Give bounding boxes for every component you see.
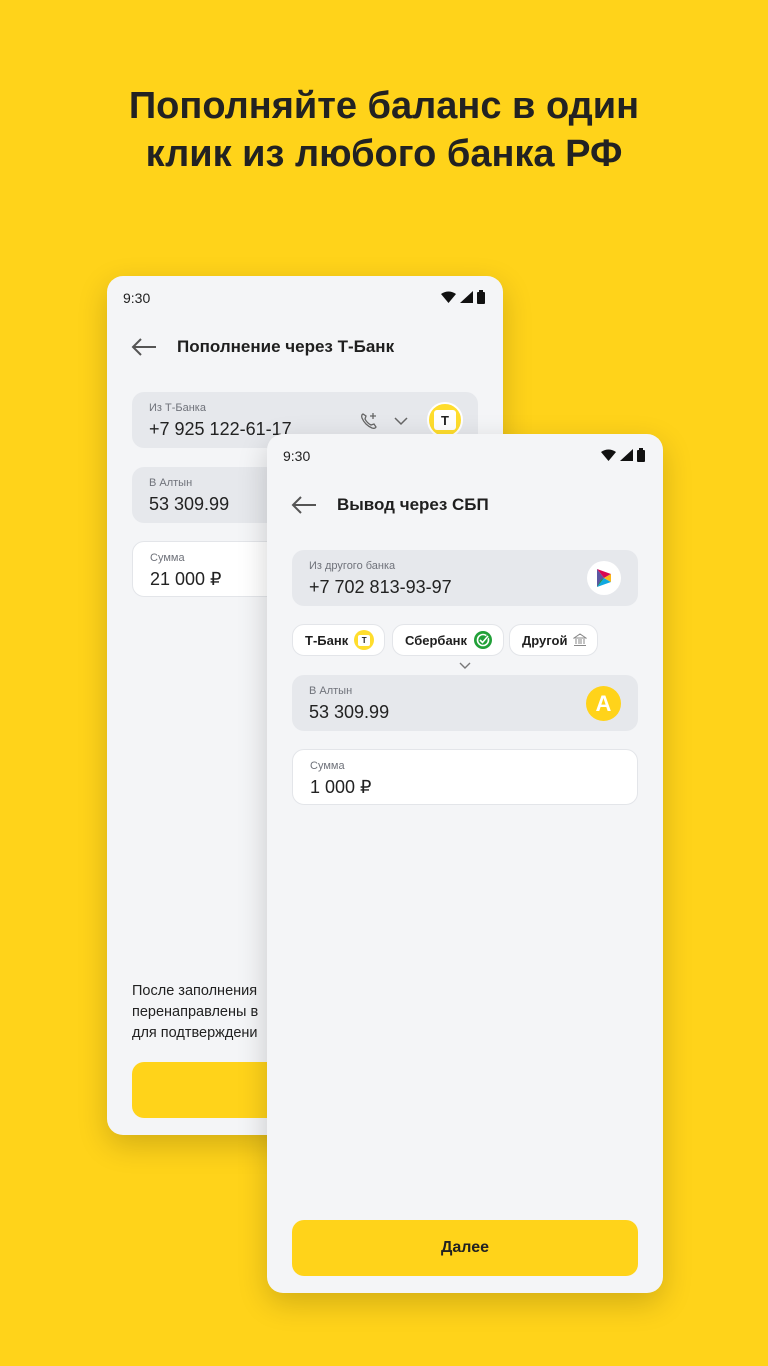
bank-building-icon xyxy=(573,633,588,646)
field-value: 1 000 ₽ xyxy=(310,777,372,797)
status-bar: 9:30 xyxy=(283,446,645,466)
signal-icon xyxy=(460,291,473,303)
tbank-logo-icon: Т xyxy=(354,630,375,650)
app-bar: Пополнение через Т-Банк xyxy=(131,334,483,360)
page-title: Вывод через СБП xyxy=(337,495,489,514)
amount-field[interactable]: Сумма 1 000 ₽ xyxy=(292,749,638,805)
chevron-down-icon[interactable] xyxy=(459,662,471,670)
next-button[interactable]: Далее xyxy=(292,1220,638,1276)
field-value: +7 702 813-93-97 xyxy=(309,577,452,597)
field-label: Из другого банка xyxy=(309,560,396,572)
field-value: 53 309.99 xyxy=(149,494,230,514)
field-value: 53 309.99 xyxy=(309,702,390,722)
bank-chip-sber[interactable]: Сбербанк xyxy=(392,624,505,656)
field-label: Сумма xyxy=(150,552,185,564)
battery-icon xyxy=(477,290,485,304)
sbp-logo-icon xyxy=(587,561,621,595)
chip-label: Сбербанк xyxy=(405,632,468,648)
back-arrow-icon[interactable] xyxy=(291,495,317,515)
app-bar: Вывод через СБП xyxy=(291,492,643,518)
back-arrow-icon[interactable] xyxy=(131,337,157,357)
phone-add-icon[interactable] xyxy=(360,412,378,430)
bank-chip-tbank[interactable]: Т-Банк Т xyxy=(292,624,386,656)
field-value: 21 000 ₽ xyxy=(150,569,222,589)
status-icons xyxy=(601,448,645,462)
tbank-logo-letter: Т xyxy=(434,410,456,430)
destination-account-field[interactable]: В Алтын 53 309.99 A xyxy=(292,675,638,731)
chip-label: Т-Банк xyxy=(305,632,349,648)
front-phone-screen: 9:30 Вывод через СБП Из другого банка +7… xyxy=(267,434,663,1293)
field-label: В Алтын xyxy=(309,685,353,697)
altyn-logo-icon: A xyxy=(586,686,621,721)
field-label: Из Т-Банка xyxy=(149,402,206,414)
status-time: 9:30 xyxy=(283,448,311,464)
tbank-logo-icon: Т xyxy=(427,402,463,438)
status-bar: 9:30 xyxy=(123,288,485,308)
headline: Пополняйте баланс в один клик из любого б… xyxy=(0,82,768,178)
page-title: Пополнение через Т-Банк xyxy=(177,337,395,356)
field-value: +7 925 122-61-17 xyxy=(149,419,292,439)
field-label: Сумма xyxy=(310,760,345,772)
chevron-down-icon[interactable] xyxy=(394,416,408,426)
status-time: 9:30 xyxy=(123,290,151,306)
status-icons xyxy=(441,290,485,304)
wifi-icon xyxy=(601,449,616,461)
signal-icon xyxy=(620,449,633,461)
sber-logo-icon xyxy=(474,631,493,649)
source-bank-field[interactable]: Из другого банка +7 702 813-93-97 xyxy=(292,550,638,606)
headline-line: клик из любого банка РФ xyxy=(145,133,623,175)
battery-icon xyxy=(637,448,645,462)
bank-chip-other[interactable]: Другой xyxy=(509,624,599,656)
field-label: В Алтын xyxy=(149,477,193,489)
wifi-icon xyxy=(441,291,456,303)
chip-label: Другой xyxy=(522,632,568,648)
headline-line: Пополняйте баланс в один xyxy=(128,85,640,127)
